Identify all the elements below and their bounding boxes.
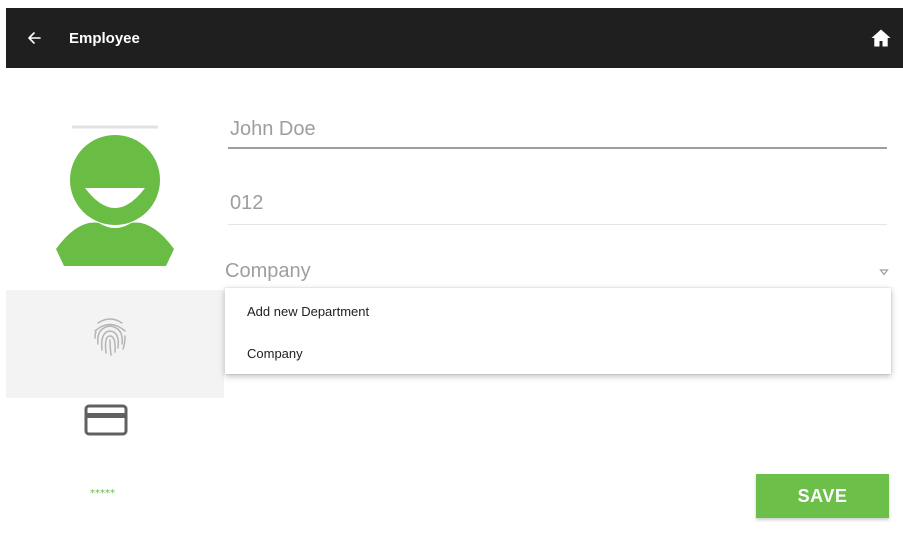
menu-item-company[interactable]: Company <box>247 346 303 361</box>
save-button[interactable]: SAVE <box>756 474 889 518</box>
back-button[interactable] <box>6 8 62 68</box>
employee-avatar[interactable] <box>56 124 174 270</box>
employee-id-underline <box>228 224 887 225</box>
credit-card-icon <box>84 404 128 436</box>
company-select[interactable]: Company <box>225 260 891 290</box>
company-dropdown-menu: Add new Department Company <box>225 288 891 374</box>
name-underline <box>228 147 887 149</box>
app-toolbar: Employee <box>6 8 903 68</box>
company-select-value: Company <box>225 260 311 282</box>
fingerprint-button[interactable] <box>90 314 130 358</box>
name-input[interactable] <box>228 114 887 144</box>
home-button[interactable] <box>869 26 893 50</box>
user-avatar-icon <box>56 125 174 266</box>
menu-item-add-department[interactable]: Add new Department <box>247 304 369 319</box>
home-icon <box>871 29 891 47</box>
employee-id-input[interactable] <box>228 188 887 218</box>
name-field <box>228 114 887 149</box>
pin-indicator[interactable]: ***** <box>90 488 115 499</box>
dropdown-arrow-icon <box>879 269 889 276</box>
card-button[interactable] <box>83 402 129 438</box>
fingerprint-icon <box>94 318 126 356</box>
page-title: Employee <box>69 29 140 47</box>
arrow-left-icon <box>28 32 41 44</box>
employee-id-field <box>228 188 887 225</box>
